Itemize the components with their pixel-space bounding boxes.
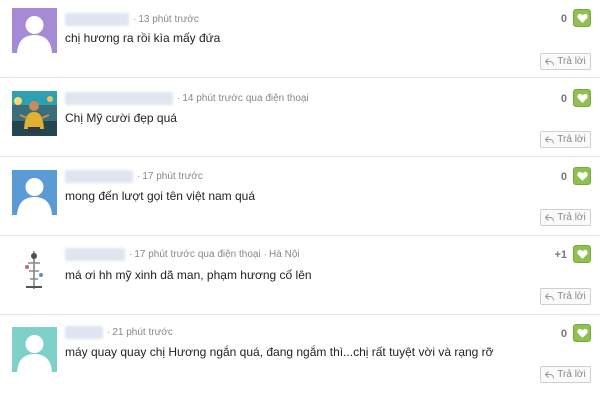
comment-meta: · 17 phút trước qua điện thoại · Hà Nội	[65, 247, 300, 261]
via-device: qua điện thoại	[197, 248, 261, 260]
comment-list: · 13 phút trước chị hương ra rồi kìa mấy…	[0, 0, 600, 393]
avatar[interactable]	[12, 91, 57, 136]
avatar[interactable]	[12, 247, 57, 292]
comment-text: mong đến lượt gọi tên việt nam quá	[65, 189, 256, 203]
author-name[interactable]	[65, 12, 129, 26]
comment-meta: · 14 phút trước qua điện thoại	[65, 91, 309, 105]
reply-arrow-icon	[545, 292, 555, 301]
author-name[interactable]	[65, 169, 133, 183]
heart-icon	[576, 171, 588, 181]
reply-label: Trả lời	[557, 56, 586, 67]
default-avatar-blue-icon	[12, 170, 57, 215]
comment-meta: · 13 phút trước	[65, 12, 199, 26]
reply-arrow-icon	[545, 213, 555, 222]
via-device: qua điện thoại	[245, 92, 309, 104]
reply-arrow-icon	[545, 57, 555, 66]
reply-button[interactable]: Trả lời	[540, 209, 591, 226]
timestamp: 17 phút trước	[134, 248, 195, 260]
timestamp: 17 phút trước	[142, 170, 203, 182]
like-button[interactable]	[573, 89, 591, 107]
like-button[interactable]	[573, 167, 591, 185]
heart-icon	[576, 249, 588, 259]
user-photo-avatar-icon	[12, 247, 57, 292]
reply-button[interactable]: Trả lời	[540, 53, 591, 70]
heart-icon	[576, 93, 588, 103]
heart-icon	[576, 328, 588, 338]
avatar[interactable]	[12, 327, 57, 372]
comment-text: Chị Mỹ cười đẹp quá	[65, 111, 177, 125]
avatar[interactable]	[12, 8, 57, 53]
reply-arrow-icon	[545, 370, 555, 379]
like-count: 0	[560, 328, 567, 340]
like-count: +1	[554, 249, 567, 261]
reply-label: Trả lời	[557, 369, 586, 380]
reply-label: Trả lời	[557, 134, 586, 145]
location: Hà Nội	[269, 248, 300, 260]
heart-icon	[576, 13, 588, 23]
reply-arrow-icon	[545, 135, 555, 144]
default-avatar-teal-icon	[12, 327, 57, 372]
like-button[interactable]	[573, 9, 591, 27]
reply-label: Trả lời	[557, 291, 586, 302]
reply-button[interactable]: Trả lời	[540, 131, 591, 148]
author-name[interactable]	[65, 325, 103, 339]
avatar[interactable]	[12, 170, 57, 215]
like-button[interactable]	[573, 245, 591, 263]
reply-button[interactable]: Trả lời	[540, 288, 591, 305]
comment-item: · 21 phút trước máy quay quay chị Hương …	[0, 315, 600, 393]
reply-button[interactable]: Trả lời	[540, 366, 591, 383]
comment-item: · 14 phút trước qua điện thoại Chị Mỹ cư…	[0, 78, 600, 157]
like-count: 0	[560, 93, 567, 105]
timestamp: 13 phút trước	[138, 13, 199, 25]
comment-text: má ơi hh mỹ xinh dã man, phạm hương cố l…	[65, 268, 312, 282]
like-button[interactable]	[573, 324, 591, 342]
comment-item: · 17 phút trước qua điện thoại · Hà Nội …	[0, 236, 600, 315]
comment-item: · 13 phút trước chị hương ra rồi kìa mấy…	[0, 0, 600, 78]
default-avatar-purple-icon	[12, 8, 57, 53]
comment-item: · 17 phút trước mong đến lượt gọi tên vi…	[0, 157, 600, 236]
comment-meta: · 21 phút trước	[65, 325, 173, 339]
timestamp: 14 phút trước	[182, 92, 243, 104]
author-name[interactable]	[65, 247, 125, 261]
like-count: 0	[560, 171, 567, 183]
reply-label: Trả lời	[557, 212, 586, 223]
author-name[interactable]	[65, 91, 173, 105]
timestamp: 21 phút trước	[112, 326, 173, 338]
like-count: 0	[560, 13, 567, 25]
comment-text: chị hương ra rồi kìa mấy đứa	[65, 31, 221, 45]
user-photo-avatar-icon	[12, 91, 57, 136]
comment-meta: · 17 phút trước	[65, 169, 203, 183]
comment-text: máy quay quay chị Hương ngắn quá, đang n…	[65, 345, 494, 359]
